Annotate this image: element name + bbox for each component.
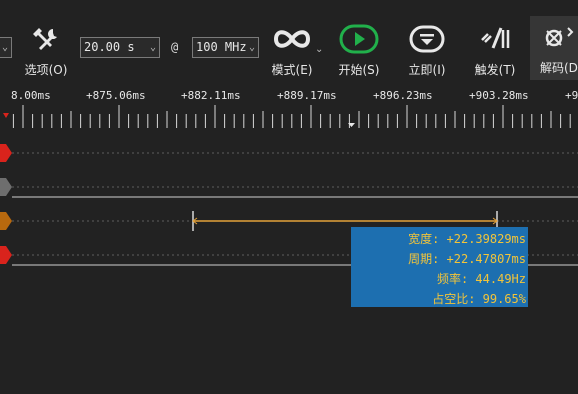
toolbar: ⌄ 选项(O) 20.00 s ⌄ @ 100 MHz ⌄ 模式(E) ⌄ 开始…: [0, 0, 578, 85]
duration-value: 20.00 s: [84, 40, 135, 54]
at-symbol: @: [171, 40, 179, 54]
chevron-down-icon: ⌄: [149, 42, 156, 53]
mode-button[interactable]: 模式(E): [264, 18, 320, 80]
mode-dropdown-arrow[interactable]: ⌄: [315, 44, 323, 55]
start-label: 开始(S): [338, 63, 380, 77]
sample-rate-value: 100 MHz: [196, 40, 247, 54]
play-icon: [339, 24, 379, 54]
options-button[interactable]: 选项(O): [18, 18, 74, 80]
sample-rate-select[interactable]: 100 MHz ⌄: [192, 37, 259, 58]
time-ruler[interactable]: 8.00ms +875.06ms +882.11ms +889.17ms +89…: [0, 85, 578, 135]
channel-dropdown[interactable]: ⌄: [0, 37, 12, 58]
measurement-tooltip: 宽度: +22.39829ms 周期: +22.47807ms 频率: 44.4…: [351, 227, 528, 307]
trigger-button[interactable]: 触发(T): [468, 18, 522, 80]
start-button[interactable]: 开始(S): [332, 18, 386, 80]
decode-label: 解码(D: [540, 61, 578, 75]
immediate-button[interactable]: 立即(I): [400, 18, 454, 80]
trigger-position-marker[interactable]: [3, 113, 9, 118]
channel-0-marker[interactable]: [0, 144, 12, 162]
measure-period: 周期: +22.47807ms: [408, 252, 526, 266]
immediate-label: 立即(I): [408, 63, 446, 77]
options-label: 选项(O): [24, 63, 68, 77]
measure-width: 宽度: +22.39829ms: [408, 232, 526, 246]
channel-2-marker[interactable]: [0, 212, 12, 230]
chevron-down-icon: ⌄: [248, 42, 255, 53]
chevron-down-icon: ⌄: [1, 42, 8, 53]
duration-select[interactable]: 20.00 s ⌄: [80, 37, 160, 58]
trigger-label: 触发(T): [474, 63, 516, 77]
tools-icon: [33, 28, 57, 50]
measure-duty-cycle: 占空比: 99.65%: [432, 292, 526, 306]
infinity-icon: [273, 30, 311, 48]
channel-1-marker[interactable]: [0, 178, 12, 196]
channel-3-marker[interactable]: [0, 246, 12, 264]
measure-frequency: 频率: 44.49Hz: [436, 272, 526, 286]
trigger-icon: [481, 27, 510, 49]
immediate-icon: [409, 25, 445, 53]
decode-icon: [545, 27, 574, 47]
decode-button[interactable]: 解码(D: [530, 16, 578, 80]
mode-label: 模式(E): [271, 63, 313, 77]
ruler-ticks: [3, 105, 571, 128]
